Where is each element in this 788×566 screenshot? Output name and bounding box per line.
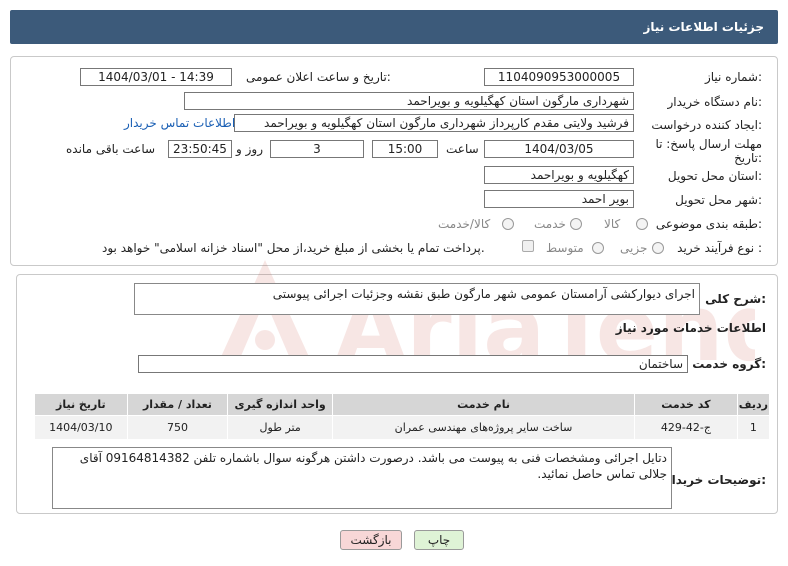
payment-note: پرداخت تمام یا بخشی از مبلغ خرید،از محل … <box>102 241 485 255</box>
process-radio-minor[interactable] <box>652 242 664 254</box>
deadline-time-field: 15:00 <box>372 140 438 158</box>
print-button[interactable]: چاپ <box>414 530 464 550</box>
deadline-date-field: 1404/03/05 <box>484 140 634 158</box>
table-row: 1404/03/10 750 متر طول ساخت سایر پروژه‌ه… <box>34 415 771 440</box>
deadline-label-date: تاریخ: <box>734 151 762 165</box>
col-need-date: تاریخ نیاز <box>34 393 128 416</box>
process-radio-medium[interactable] <box>592 242 604 254</box>
col-service-code: کد خدمت <box>634 393 738 416</box>
process-option-medium: متوسط <box>546 241 584 255</box>
days-field: 3 <box>270 140 364 158</box>
city-field: بویر احمد <box>484 190 634 208</box>
category-radio-goods-service[interactable] <box>502 218 514 230</box>
services-table-header: تاریخ نیاز تعداد / مقدار واحد اندازه گیر… <box>34 393 771 416</box>
page-title: جزئیات اطلاعات نیاز <box>643 20 764 34</box>
buyer-notes-label: توضیحات خریدار: <box>664 473 766 487</box>
process-label: نوع فرآیند خرید : <box>677 241 762 255</box>
service-group-label: گروه خدمت: <box>692 357 766 371</box>
announce-label: تاریخ و ساعت اعلان عمومی: <box>246 70 391 84</box>
treasury-payment-checkbox[interactable] <box>522 240 534 252</box>
need-number-label: شماره نیاز: <box>704 70 762 84</box>
cell-service-name: ساخت سایر پروژه‌های مهندسی عمران <box>331 415 636 440</box>
remaining-label: ساعت باقی مانده <box>66 142 156 156</box>
col-row-number: ردیف <box>736 393 771 416</box>
category-radio-service[interactable] <box>570 218 582 230</box>
announce-field: 1404/03/01 - 14:39 <box>80 68 232 86</box>
cell-service-code: ج-42-429 <box>634 415 738 440</box>
remaining-time-field: 23:50:45 <box>168 140 232 158</box>
page-header: جزئیات اطلاعات نیاز <box>10 10 778 44</box>
buyer-org-field: شهرداری مارگون استان کهگیلویه و بویراحمد <box>184 92 634 110</box>
back-button[interactable]: بازگشت <box>340 530 402 550</box>
category-option-goods: کالا <box>604 217 621 231</box>
cell-row-number: 1 <box>736 415 771 440</box>
deadline-time-label: ساعت <box>446 142 479 156</box>
province-label: استان محل تحویل: <box>667 169 762 183</box>
process-option-minor: جزیی <box>620 241 648 255</box>
cell-need-date: 1404/03/10 <box>34 415 128 440</box>
cell-unit: متر طول <box>227 415 333 440</box>
cell-quantity: 750 <box>126 415 229 440</box>
col-service-name: نام خدمت <box>331 393 636 416</box>
creator-label: ایجاد کننده درخواست: <box>651 118 762 132</box>
days-label: روز و <box>236 142 263 156</box>
buyer-notes-field: دتایل اجرائی ومشخصات فنی به پیوست می باش… <box>52 447 672 509</box>
city-label: شهر محل تحویل: <box>675 193 762 207</box>
category-label: طبقه بندی موضوعی: <box>655 217 762 231</box>
need-info-panel <box>10 56 778 266</box>
creator-field: فرشید ولایتی مقدم کارپرداز شهرداری مارگو… <box>234 114 634 132</box>
category-option-goods-service: کالا/خدمت <box>438 217 491 231</box>
services-section-title: اطلاعات خدمات مورد نیاز <box>615 321 766 335</box>
buyer-org-label: نام دستگاه خریدار: <box>667 95 763 109</box>
summary-field: اجرای دیوارکشی آرامستان عمومی شهر مارگون… <box>134 283 700 315</box>
service-group-field: ساختمان <box>138 355 688 373</box>
col-unit: واحد اندازه گیری <box>227 393 333 416</box>
services-table: تاریخ نیاز تعداد / مقدار واحد اندازه گیر… <box>34 393 771 440</box>
col-quantity: تعداد / مقدار <box>126 393 229 416</box>
category-option-service: خدمت <box>534 217 566 231</box>
buyer-contact-link[interactable]: اطلاعات تماس خریدار <box>124 116 235 130</box>
category-radio-goods[interactable] <box>636 218 648 230</box>
deadline-label: مهلت ارسال پاسخ: تا <box>655 137 762 151</box>
province-field: کهگیلویه و بویراحمد <box>484 166 634 184</box>
need-number-field: 1104090953000005 <box>484 68 634 86</box>
